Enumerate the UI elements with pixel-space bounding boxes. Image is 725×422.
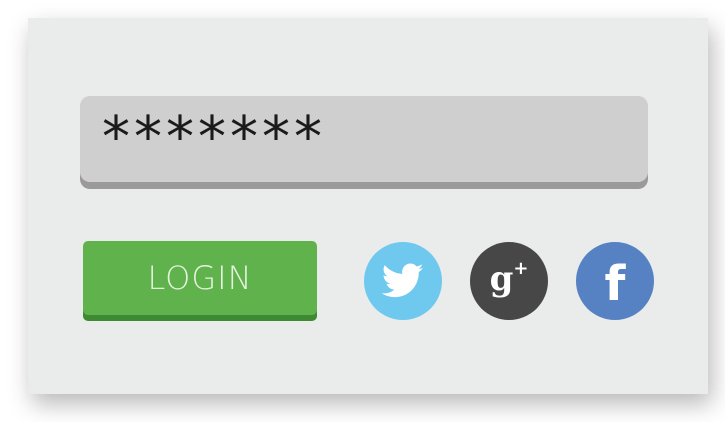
login-button[interactable]: LOGIN xyxy=(83,241,317,315)
google-plus-icon: g+ xyxy=(489,257,529,299)
twitter-icon xyxy=(382,263,424,298)
password-value: ******* xyxy=(102,105,326,170)
facebook-icon: f xyxy=(604,256,626,312)
login-card: ******* LOGIN g+ f xyxy=(28,18,708,394)
login-button-label: LOGIN xyxy=(147,259,253,297)
twitter-button[interactable] xyxy=(364,242,442,320)
google-plus-button[interactable]: g+ xyxy=(470,242,548,320)
facebook-button[interactable]: f xyxy=(576,242,654,320)
password-input[interactable]: ******* xyxy=(80,96,648,182)
